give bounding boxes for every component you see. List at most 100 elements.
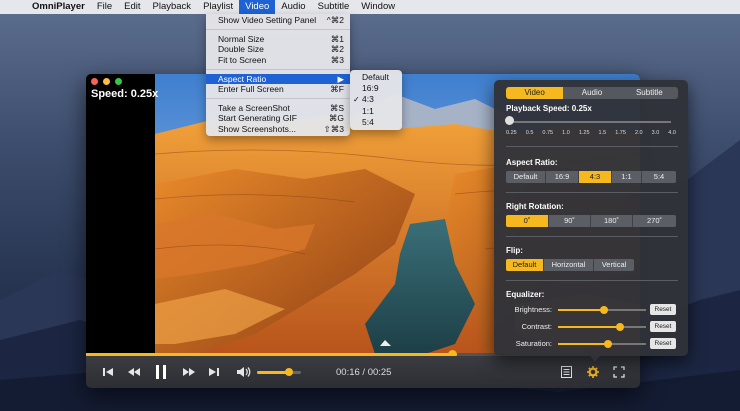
brightness-reset-button[interactable]: Reset	[650, 304, 676, 315]
contrast-row: Contrast: Reset	[494, 321, 688, 333]
skip-next-icon[interactable]	[206, 364, 222, 380]
equalizer-label: Equalizer:	[506, 290, 545, 299]
menu-edit[interactable]: Edit	[118, 0, 146, 14]
menu-item-aspect-ratio[interactable]: Aspect Ratio ▶	[206, 73, 350, 84]
volume-icon[interactable]	[234, 364, 252, 380]
contrast-slider[interactable]	[558, 323, 646, 331]
divider	[506, 236, 678, 237]
menu-item-double-size[interactable]: Double Size ⌘2	[206, 44, 350, 54]
gear-icon[interactable]	[585, 364, 601, 380]
tab-subtitle[interactable]: Subtitle	[621, 87, 678, 99]
menu-window[interactable]: Window	[355, 0, 401, 14]
flip-option-vertical[interactable]: Vertical	[594, 259, 634, 271]
submenu-item-1-1[interactable]: 1:1	[350, 106, 402, 117]
rotation-option-270[interactable]: 270˚	[633, 215, 676, 227]
aspect-option-4-3[interactable]: 4:3	[579, 171, 612, 183]
brightness-row: Brightness: Reset	[494, 304, 688, 316]
rotation-option-90[interactable]: 90˚	[549, 215, 591, 227]
speed-tick: 1.75	[615, 130, 626, 136]
saturation-fill	[558, 343, 609, 345]
menu-item-show-video-setting-panel[interactable]: Show Video Setting Panel ^⌘2	[206, 15, 350, 25]
speed-overlay: Speed: 0.25x	[91, 88, 159, 100]
playlist-icon[interactable]	[558, 364, 574, 380]
playback-speed-slider[interactable]	[505, 116, 671, 125]
contrast-knob[interactable]	[615, 323, 624, 331]
speed-tick-labels: 0.25 0.5 0.75 1.0 1.25 1.5 1.75 2.0 3.0 …	[506, 130, 676, 136]
submenu-item-5-4[interactable]: 5:4	[350, 117, 402, 128]
submenu-arrow-icon: ▶	[337, 73, 344, 84]
menu-item-shortcut: ⌘S	[329, 103, 344, 114]
speed-tick: 2.0	[634, 130, 643, 136]
close-window-button[interactable]	[91, 78, 98, 85]
fullscreen-icon[interactable]	[611, 364, 627, 380]
checkmark-icon: ✓	[353, 95, 360, 105]
aspect-option-1-1[interactable]: 1:1	[612, 171, 642, 183]
volume-slider[interactable]	[257, 368, 301, 376]
flip-label: Flip:	[506, 246, 523, 255]
menu-item-enter-full-screen[interactable]: Enter Full Screen ⌘F	[206, 84, 350, 94]
menu-file[interactable]: File	[91, 0, 118, 14]
speed-tick: 0.25	[506, 130, 517, 136]
minimize-window-button[interactable]	[103, 78, 110, 85]
tab-audio[interactable]: Audio	[563, 87, 620, 99]
menu-item-fit-to-screen[interactable]: Fit to Screen ⌘3	[206, 55, 350, 65]
speed-tick: 0.75	[542, 130, 554, 136]
submenu-item-label: 5:4	[362, 116, 374, 127]
playback-speed-knob[interactable]	[505, 116, 514, 125]
menu-separator	[206, 29, 350, 31]
menu-item-normal-size[interactable]: Normal Size ⌘1	[206, 34, 350, 44]
menu-subtitle[interactable]: Subtitle	[312, 0, 356, 14]
menu-item-label: Fit to Screen	[218, 54, 267, 65]
menu-audio[interactable]: Audio	[275, 0, 311, 14]
contrast-label: Contrast:	[521, 322, 552, 331]
rotation-segmented: 0˚ 90˚ 180˚ 270˚	[506, 215, 676, 227]
saturation-reset-button[interactable]: Reset	[650, 338, 676, 349]
submenu-item-label: 16:9	[362, 83, 379, 94]
skip-previous-icon[interactable]	[100, 364, 116, 380]
control-bar: 00:16 / 00:25	[86, 356, 640, 388]
menu-bar: OmniPlayer File Edit Playback Playlist V…	[0, 0, 740, 14]
speed-tick: 0.5	[525, 130, 534, 136]
panel-tabs: Video Audio Subtitle	[506, 87, 678, 99]
submenu-item-16-9[interactable]: 16:9	[350, 83, 402, 94]
menu-omniplayer[interactable]: OmniPlayer	[26, 0, 91, 14]
rotation-option-0[interactable]: 0˚	[506, 215, 549, 227]
aspect-option-default[interactable]: Default	[506, 171, 546, 183]
zoom-window-button[interactable]	[115, 78, 122, 85]
aspect-option-5-4[interactable]: 5:4	[642, 171, 676, 183]
submenu-item-4-3[interactable]: ✓ 4:3	[350, 94, 402, 105]
contrast-reset-button[interactable]: Reset	[650, 321, 676, 332]
fast-forward-icon[interactable]	[180, 364, 196, 380]
flip-option-default[interactable]: Default	[506, 259, 544, 271]
saturation-knob[interactable]	[604, 340, 613, 348]
saturation-slider[interactable]	[558, 340, 646, 348]
aspect-option-16-9[interactable]: 16:9	[546, 171, 579, 183]
menu-item-take-screenshot[interactable]: Take a ScreenShot ⌘S	[206, 103, 350, 113]
submenu-item-label: Default	[362, 72, 389, 82]
panel-pointer	[590, 356, 600, 362]
divider	[506, 280, 678, 281]
rotation-option-180[interactable]: 180˚	[591, 215, 633, 227]
brightness-knob[interactable]	[599, 306, 608, 314]
tab-video[interactable]: Video	[506, 87, 564, 99]
menu-playlist[interactable]: Playlist	[197, 0, 239, 14]
flip-option-horizontal[interactable]: Horizontal	[544, 259, 594, 271]
brightness-slider[interactable]	[558, 306, 646, 314]
menu-playback[interactable]: Playback	[147, 0, 198, 14]
volume-knob[interactable]	[284, 368, 293, 376]
menu-item-label: Enter Full Screen	[218, 83, 284, 94]
window-controls	[91, 78, 122, 85]
rewind-icon[interactable]	[126, 364, 142, 380]
menu-item-start-generating-gif[interactable]: Start Generating GIF ⌘G	[206, 113, 350, 123]
contrast-fill	[558, 326, 620, 328]
speed-tick: 4.0	[668, 130, 676, 136]
aspect-ratio-label: Aspect Ratio:	[506, 158, 558, 167]
submenu-item-default[interactable]: Default	[350, 72, 402, 83]
playback-speed-label: Playback Speed: 0.25x	[506, 104, 592, 113]
menu-item-show-screenshots[interactable]: Show Screenshots... ⇧⌘3	[206, 124, 350, 134]
divider	[506, 192, 678, 193]
pause-icon[interactable]	[152, 362, 170, 382]
volume-fill	[257, 371, 289, 374]
aspect-ratio-submenu: Default 16:9 ✓ 4:3 1:1 5:4	[350, 70, 402, 130]
menu-video[interactable]: Video	[239, 0, 276, 14]
